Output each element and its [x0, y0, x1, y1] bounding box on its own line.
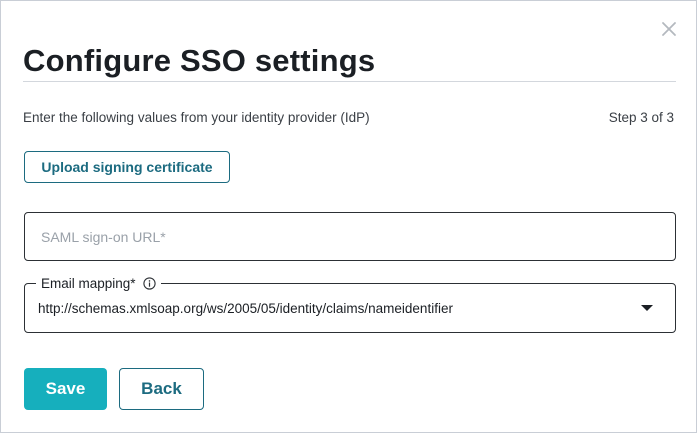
email-mapping-selected-value: http://schemas.xmlsoap.org/ws/2005/05/id… — [38, 301, 453, 316]
dialog-title: Configure SSO settings — [23, 43, 376, 78]
title-divider — [23, 81, 676, 82]
save-button[interactable]: Save — [24, 368, 107, 410]
email-mapping-select[interactable]: Email mapping* http://schemas.xmlsoap.or… — [24, 274, 676, 333]
email-mapping-legend: Email mapping* — [36, 274, 161, 292]
step-indicator: Step 3 of 3 — [608, 110, 674, 125]
sso-settings-dialog: Configure SSO settings Enter the followi… — [0, 0, 697, 433]
info-icon[interactable] — [142, 276, 156, 290]
close-icon[interactable] — [659, 19, 679, 39]
email-mapping-label: Email mapping* — [41, 275, 136, 291]
back-button[interactable]: Back — [119, 368, 204, 410]
saml-sign-on-url-field — [24, 212, 676, 261]
caret-down-icon[interactable] — [641, 305, 653, 313]
saml-sign-on-url-input[interactable] — [25, 213, 675, 260]
instructions-text: Enter the following values from your ide… — [23, 110, 370, 125]
upload-signing-certificate-button[interactable]: Upload signing certificate — [24, 151, 230, 183]
